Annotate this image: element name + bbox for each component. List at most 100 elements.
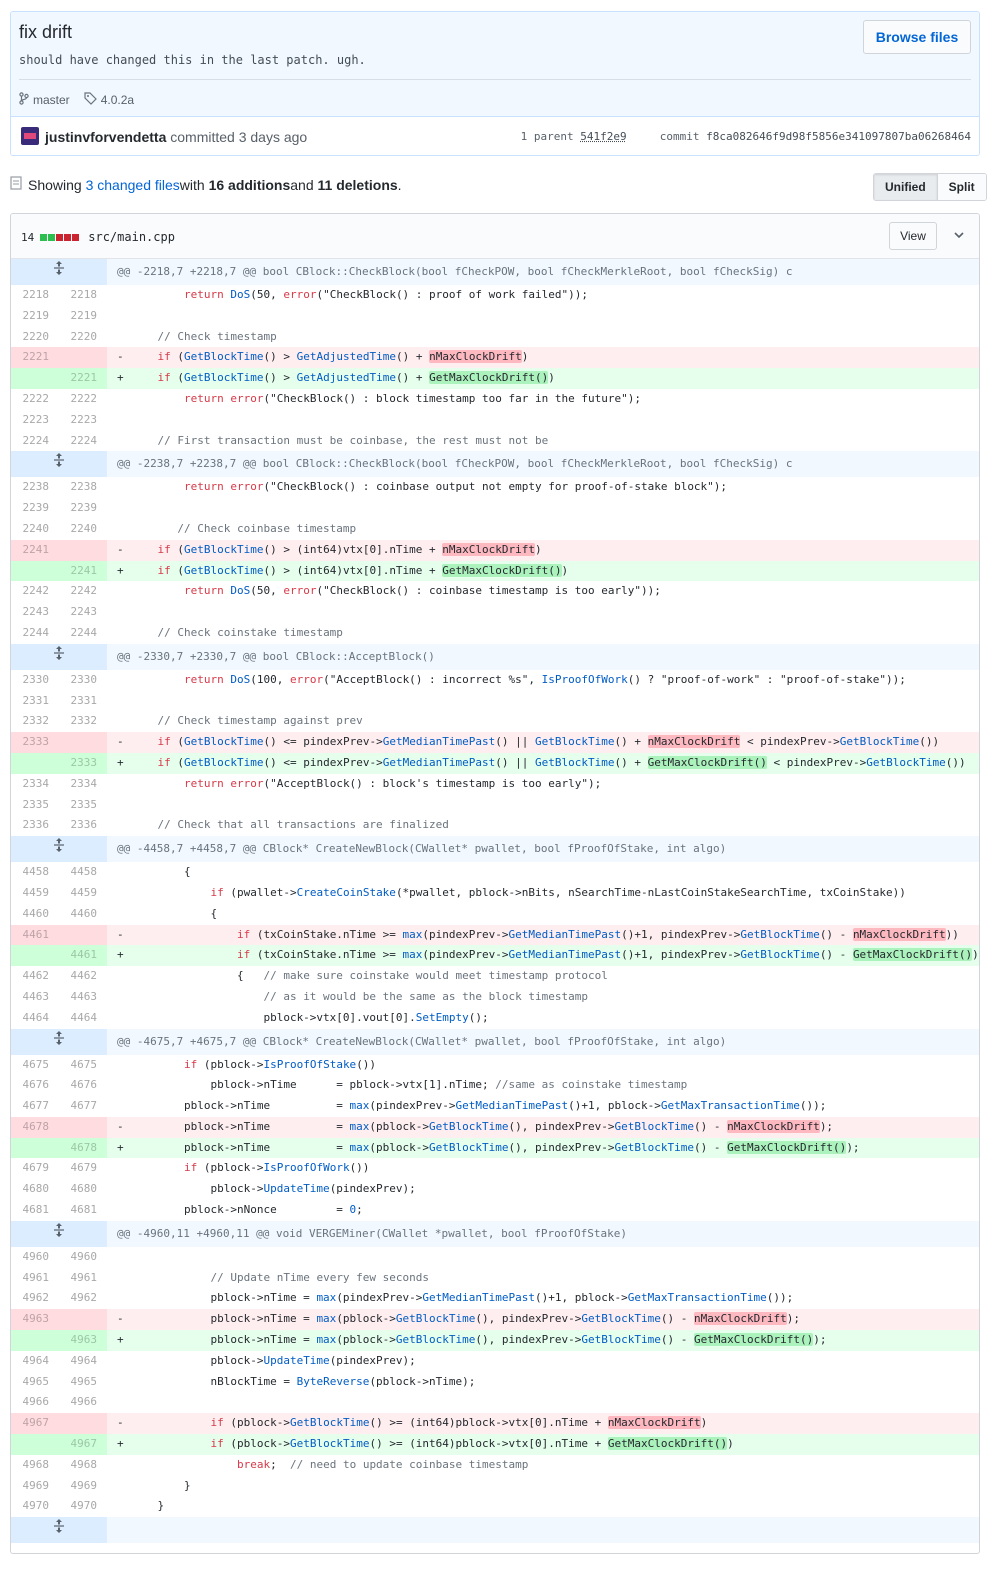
new-line-number[interactable]: 4458 (59, 862, 107, 883)
old-line-number[interactable]: 2241 (11, 539, 59, 561)
split-button[interactable]: Split (937, 174, 986, 200)
new-line-number[interactable]: 2332 (59, 711, 107, 733)
old-line-number[interactable]: 4969 (11, 1475, 59, 1497)
old-line-number[interactable]: 4681 (11, 1200, 59, 1221)
expand-icon[interactable] (11, 836, 107, 863)
old-line-number[interactable] (11, 752, 59, 774)
old-line-number[interactable]: 4966 (11, 1392, 59, 1414)
new-line-number[interactable]: 2333 (59, 752, 107, 774)
new-line-number[interactable]: 4960 (59, 1246, 107, 1268)
new-line-number[interactable]: 2224 (59, 430, 107, 452)
parent-sha-link[interactable]: 541f2e9 (580, 130, 626, 143)
old-line-number[interactable]: 2335 (11, 794, 59, 816)
old-line-number[interactable]: 4463 (11, 986, 59, 1008)
old-line-number[interactable] (11, 560, 59, 582)
avatar[interactable] (21, 127, 39, 145)
new-line-number[interactable]: 4967 (59, 1434, 107, 1455)
new-line-number[interactable]: 2241 (59, 560, 107, 582)
old-line-number[interactable]: 2332 (11, 711, 59, 733)
new-line-number[interactable]: 4965 (59, 1371, 107, 1393)
new-line-number[interactable]: 4461 (59, 945, 107, 967)
tag-link[interactable]: 4.0.2a (101, 93, 134, 107)
new-line-number[interactable]: 2220 (59, 326, 107, 348)
new-line-number[interactable] (59, 924, 107, 946)
old-line-number[interactable]: 2240 (11, 518, 59, 540)
old-line-number[interactable]: 4462 (11, 966, 59, 987)
new-line-number[interactable]: 4963 (59, 1330, 107, 1351)
new-line-number[interactable]: 2223 (59, 409, 107, 431)
new-line-number[interactable]: 4677 (59, 1096, 107, 1117)
chevron-down-icon[interactable] (953, 228, 965, 242)
new-line-number[interactable]: 2238 (59, 477, 107, 499)
new-line-number[interactable]: 2218 (59, 285, 107, 306)
new-line-number[interactable]: 2219 (59, 305, 107, 327)
old-line-number[interactable] (11, 1434, 59, 1455)
branch-link[interactable]: master (33, 93, 70, 107)
old-line-number[interactable]: 2244 (11, 622, 59, 644)
old-line-number[interactable]: 2333 (11, 732, 59, 753)
old-line-number[interactable]: 2239 (11, 498, 59, 519)
new-line-number[interactable]: 2334 (59, 773, 107, 795)
new-line-number[interactable] (59, 347, 107, 369)
new-line-number[interactable]: 2240 (59, 518, 107, 540)
expand-icon[interactable] (11, 259, 107, 285)
old-line-number[interactable]: 4680 (11, 1179, 59, 1201)
new-line-number[interactable]: 4964 (59, 1350, 107, 1372)
new-line-number[interactable]: 2222 (59, 388, 107, 410)
old-line-number[interactable]: 4960 (11, 1246, 59, 1268)
new-line-number[interactable]: 2221 (59, 368, 107, 389)
old-line-number[interactable]: 4679 (11, 1158, 59, 1180)
old-line-number[interactable]: 2219 (11, 305, 59, 327)
old-line-number[interactable]: 4967 (11, 1413, 59, 1435)
new-line-number[interactable]: 4462 (59, 966, 107, 987)
new-line-number[interactable]: 4679 (59, 1158, 107, 1180)
new-line-number[interactable]: 4969 (59, 1475, 107, 1497)
expand-icon[interactable] (11, 1028, 107, 1055)
new-line-number[interactable] (59, 1309, 107, 1331)
old-line-number[interactable]: 4464 (11, 1007, 59, 1029)
browse-files-button[interactable]: Browse files (863, 20, 971, 54)
expand-icon[interactable] (11, 1517, 107, 1544)
old-line-number[interactable]: 4678 (11, 1116, 59, 1138)
new-line-number[interactable]: 4968 (59, 1454, 107, 1476)
new-line-number[interactable]: 4680 (59, 1179, 107, 1201)
new-line-number[interactable]: 2330 (59, 669, 107, 691)
old-line-number[interactable]: 2218 (11, 285, 59, 306)
new-line-number[interactable]: 4676 (59, 1075, 107, 1097)
old-line-number[interactable]: 2224 (11, 430, 59, 452)
new-line-number[interactable]: 4460 (59, 903, 107, 925)
old-line-number[interactable]: 2336 (11, 815, 59, 837)
file-path[interactable]: src/main.cpp (88, 230, 175, 244)
new-line-number[interactable]: 2243 (59, 602, 107, 623)
old-line-number[interactable]: 4677 (11, 1096, 59, 1117)
new-line-number[interactable]: 2335 (59, 794, 107, 816)
new-line-number[interactable] (59, 1116, 107, 1138)
old-line-number[interactable]: 4968 (11, 1454, 59, 1476)
new-line-number[interactable]: 4681 (59, 1200, 107, 1221)
new-line-number[interactable]: 2242 (59, 581, 107, 603)
old-line-number[interactable]: 4964 (11, 1350, 59, 1372)
new-line-number[interactable]: 4962 (59, 1288, 107, 1310)
new-line-number[interactable]: 2336 (59, 815, 107, 837)
new-line-number[interactable] (59, 539, 107, 561)
new-line-number[interactable]: 2331 (59, 690, 107, 712)
old-line-number[interactable]: 4459 (11, 882, 59, 904)
view-file-button[interactable]: View (889, 222, 937, 250)
old-line-number[interactable]: 4460 (11, 903, 59, 925)
old-line-number[interactable]: 2334 (11, 773, 59, 795)
new-line-number[interactable]: 4970 (59, 1496, 107, 1518)
old-line-number[interactable] (11, 368, 59, 389)
new-line-number[interactable] (59, 732, 107, 753)
old-line-number[interactable] (11, 1137, 59, 1159)
new-line-number[interactable]: 4675 (59, 1054, 107, 1076)
old-line-number[interactable]: 2220 (11, 326, 59, 348)
old-line-number[interactable]: 4676 (11, 1075, 59, 1097)
old-line-number[interactable]: 4962 (11, 1288, 59, 1310)
new-line-number[interactable]: 4459 (59, 882, 107, 904)
new-line-number[interactable]: 2239 (59, 498, 107, 519)
old-line-number[interactable]: 2330 (11, 669, 59, 691)
old-line-number[interactable]: 4965 (11, 1371, 59, 1393)
expand-icon[interactable] (11, 1220, 107, 1247)
old-line-number[interactable]: 2242 (11, 581, 59, 603)
old-line-number[interactable]: 2221 (11, 347, 59, 369)
